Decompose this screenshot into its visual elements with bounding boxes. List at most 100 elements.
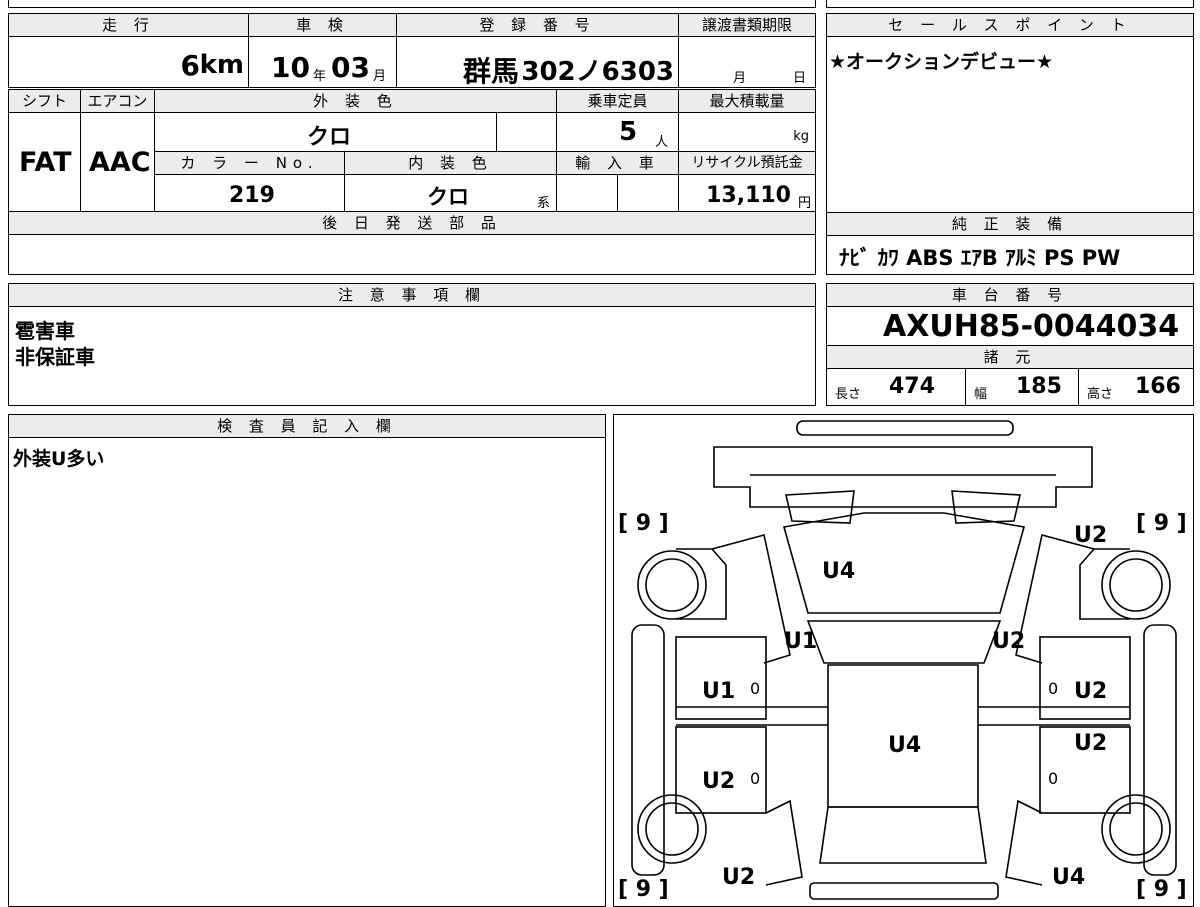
mileage-value: 6 xyxy=(180,49,200,82)
chassis-box: AXUH85-0044034 xyxy=(826,306,1194,346)
mileage-unit: km xyxy=(199,50,244,80)
reg-region: 群馬 xyxy=(463,55,520,88)
transfer-month-unit: 月 xyxy=(733,71,747,86)
inspector-box: 外装U多い xyxy=(8,437,606,907)
interior-unit: 系 xyxy=(536,196,550,211)
sales-point-header: セ ー ル ス ポ イ ン ト xyxy=(826,13,1194,37)
door-right-rear-zero: 0 xyxy=(1048,769,1059,788)
mileage-header: 走 行 xyxy=(8,13,249,37)
notes-line-2: 非保証車 xyxy=(15,345,95,369)
inspector-text: 外装U多い xyxy=(13,448,105,470)
inspector-header: 検 査 員 記 入 欄 xyxy=(8,414,606,438)
transfer-day-unit: 日 xyxy=(793,71,807,86)
import-header: 輸 入 車 xyxy=(556,151,679,175)
notes-box: 雹害車 非保証車 xyxy=(8,306,816,406)
chassis-number: AXUH85-0044034 xyxy=(883,309,1180,344)
registration-header: 登 録 番 号 xyxy=(396,13,679,37)
height-label: 高さ xyxy=(1087,387,1114,402)
damage-door-left-rear: U2 xyxy=(702,769,736,794)
recycle-cell: 13,110 円 xyxy=(678,174,816,212)
maxload-header: 最大積載量 xyxy=(678,89,816,113)
inspection-header: 車 検 xyxy=(248,13,397,37)
ac-value: AAC xyxy=(89,147,151,178)
equipment-items: ﾅﾋﾞ ｶﾜ ABS ｴｱB ｱﾙﾐ PS PW xyxy=(839,246,1121,270)
spec-height-cell: 高さ 166 xyxy=(1078,368,1194,406)
inspection-year-unit: 年 xyxy=(313,69,327,84)
sales-point-text: ★オークションデビュー★ xyxy=(829,51,1054,73)
interior-cell: クロ 系 xyxy=(344,174,557,212)
import-cell-a xyxy=(556,174,618,212)
recycle-unit: 円 xyxy=(797,196,811,211)
colorno-value: 219 xyxy=(229,183,275,208)
exterior-value: クロ xyxy=(307,125,352,150)
capacity-unit: 人 xyxy=(655,135,669,150)
reg-number: 302ノ6303 xyxy=(521,57,674,87)
damage-pillar-right: U2 xyxy=(992,629,1026,654)
damage-hood: U4 xyxy=(822,559,856,584)
length-value: 474 xyxy=(889,374,935,399)
car-diagram: [ 9 ] [ 9 ] [ 9 ] [ 9 ] U4 U2 U1 U2 U1 0… xyxy=(613,414,1194,907)
mileage-cell: 6 km xyxy=(8,36,249,88)
import-cell-b xyxy=(617,174,679,212)
shift-value: FAT xyxy=(19,147,72,178)
height-value: 166 xyxy=(1135,374,1181,399)
spec-width-cell: 幅 185 xyxy=(965,368,1079,406)
notes-header: 注 意 事 項 欄 xyxy=(8,283,816,307)
transfer-header: 譲渡書類期限 xyxy=(678,13,816,37)
recycle-value: 13,110 xyxy=(706,183,791,208)
later-parts-cell xyxy=(8,234,816,275)
spec-length-cell: 長さ 474 xyxy=(826,368,966,406)
damage-front-right: U2 xyxy=(1074,523,1108,548)
shift-cell: FAT xyxy=(8,112,81,212)
ac-header: エアコン xyxy=(80,89,155,113)
equipment-header: 純 正 装 備 xyxy=(826,212,1194,236)
tire-rear-right: [ 9 ] xyxy=(1136,877,1187,902)
door-left-rear-zero: 0 xyxy=(750,769,761,788)
inspection-cell: 10 年 03 月 xyxy=(248,36,397,88)
inspection-month-unit: 月 xyxy=(373,69,387,84)
top-strip-right xyxy=(826,0,1194,8)
top-strip xyxy=(8,0,816,8)
colorno-cell: 219 xyxy=(154,174,345,212)
main-grid: 走 行 車 検 登 録 番 号 譲渡書類期限 6 km 10 年 03 月 群馬… xyxy=(8,13,816,275)
exterior-cell: クロ xyxy=(154,112,497,152)
maxload-cell: kg xyxy=(678,112,816,152)
later-parts-header: 後 日 発 送 部 品 xyxy=(8,211,816,235)
shift-header: シフト xyxy=(8,89,81,113)
spec-header: 諸 元 xyxy=(826,345,1194,369)
length-label: 長さ xyxy=(835,387,862,402)
ac-cell: AAC xyxy=(80,112,155,212)
colorno-header: カ ラ ー No. xyxy=(154,151,345,175)
damage-roof: U4 xyxy=(888,733,922,758)
maxload-unit: kg xyxy=(793,129,809,144)
capacity-header: 乗車定員 xyxy=(556,89,679,113)
interior-value: クロ xyxy=(427,185,469,209)
door-right-front-zero: 0 xyxy=(1048,679,1059,698)
transfer-cell: 月 日 xyxy=(678,36,816,88)
notes-line-1: 雹害車 xyxy=(15,319,75,343)
exterior-header: 外 装 色 xyxy=(154,89,557,113)
damage-pillar-left: U1 xyxy=(784,629,818,654)
damage-door-right-front: U2 xyxy=(1074,679,1108,704)
registration-cell: 群馬 302ノ6303 xyxy=(396,36,679,88)
interior-header: 内 装 色 xyxy=(344,151,557,175)
sales-point-box: ★オークションデビュー★ xyxy=(826,36,1194,213)
tire-front-left: [ 9 ] xyxy=(618,511,669,536)
inspection-month: 03 xyxy=(331,51,370,84)
capacity-value: 5 xyxy=(619,117,638,147)
width-label: 幅 xyxy=(974,387,988,402)
door-left-front-zero: 0 xyxy=(750,679,761,698)
damage-rear-right: U4 xyxy=(1052,865,1086,890)
damage-door-right-rear: U2 xyxy=(1074,731,1108,756)
exterior-extra-cell xyxy=(496,112,557,152)
tire-front-right: [ 9 ] xyxy=(1136,511,1187,536)
tire-rear-left: [ 9 ] xyxy=(618,877,669,902)
inspection-year: 10 xyxy=(271,51,310,84)
equipment-box: ﾅﾋﾞ ｶﾜ ABS ｴｱB ｱﾙﾐ PS PW xyxy=(826,235,1194,275)
recycle-header: リサイクル預託金 xyxy=(678,151,816,175)
car-outline-icon xyxy=(631,420,1177,900)
capacity-cell: 5 人 xyxy=(556,112,679,152)
damage-door-left-front: U1 xyxy=(702,679,736,704)
damage-rear-left: U2 xyxy=(722,865,756,890)
chassis-header: 車 台 番 号 xyxy=(826,283,1194,307)
